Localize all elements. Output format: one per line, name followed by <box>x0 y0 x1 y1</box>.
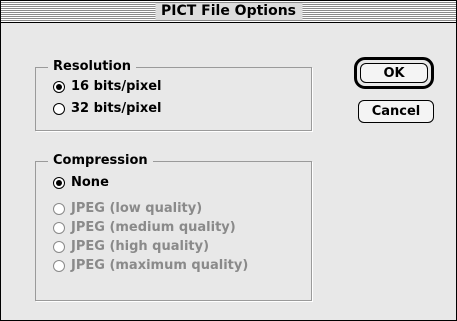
title-bar[interactable]: PICT File Options <box>1 1 456 23</box>
radio-label: JPEG (low quality) <box>71 201 203 216</box>
radio-16-bits[interactable]: 16 bits/pixel <box>53 78 162 96</box>
radio-label: None <box>71 175 109 190</box>
dialog-window: PICT File Options Resolution 16 bits/pix… <box>0 0 457 321</box>
radio-label: JPEG (maximum quality) <box>71 258 249 273</box>
resolution-group-label: Resolution <box>48 58 137 76</box>
radio-label: 32 bits/pixel <box>71 101 162 116</box>
radio-button-icon <box>53 103 65 115</box>
compression-group: Compression None JPEG (low quality) JPEG… <box>35 152 312 301</box>
radio-label: JPEG (medium quality) <box>71 220 236 235</box>
resolution-group: Resolution 16 bits/pixel 32 bits/pixel <box>35 58 312 131</box>
radio-32-bits[interactable]: 32 bits/pixel <box>53 100 162 118</box>
ok-button[interactable]: OK <box>360 63 428 83</box>
radio-none[interactable]: None <box>53 174 109 192</box>
radio-jpeg-high[interactable]: JPEG (high quality) <box>53 238 209 256</box>
radio-button-icon <box>53 81 65 93</box>
radio-label: JPEG (high quality) <box>71 239 210 254</box>
cancel-button[interactable]: Cancel <box>358 100 434 123</box>
ok-button-default-ring: OK <box>354 57 434 89</box>
radio-button-icon <box>53 260 65 272</box>
radio-label: 16 bits/pixel <box>71 79 162 94</box>
window-title: PICT File Options <box>154 3 303 20</box>
radio-button-icon <box>53 241 65 253</box>
radio-jpeg-low[interactable]: JPEG (low quality) <box>53 200 202 218</box>
radio-jpeg-medium[interactable]: JPEG (medium quality) <box>53 219 236 237</box>
radio-button-icon <box>53 177 65 189</box>
compression-group-label: Compression <box>48 152 153 170</box>
radio-button-icon <box>53 222 65 234</box>
radio-jpeg-maximum[interactable]: JPEG (maximum quality) <box>53 257 248 275</box>
radio-button-icon <box>53 203 65 215</box>
